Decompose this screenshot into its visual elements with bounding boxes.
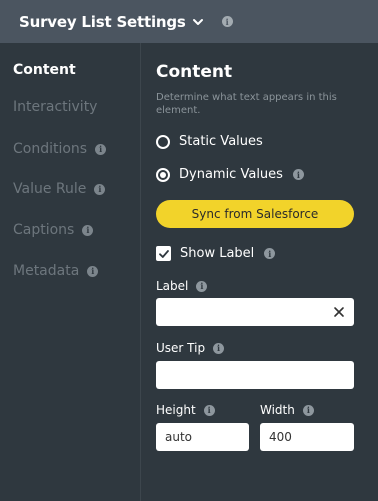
user-tip-field-label: User Tip i [156, 341, 225, 355]
radio-label: Static Values [179, 134, 263, 149]
height-input[interactable]: auto [156, 423, 249, 451]
info-icon[interactable]: i [95, 143, 107, 155]
label-field-label: Label i [156, 279, 208, 293]
field-label-text: Label [156, 279, 189, 293]
info-icon[interactable]: i [196, 280, 208, 292]
radio-label: Dynamic Values [179, 167, 283, 182]
settings-header[interactable]: Survey List Settings i [0, 0, 378, 43]
chevron-down-icon[interactable] [192, 16, 204, 28]
dynamic-values-radio[interactable] [156, 167, 170, 182]
section-title: Content [156, 62, 233, 82]
section-description: Determine what text appears in this elem… [156, 92, 337, 116]
field-label-text: User Tip [156, 341, 206, 355]
width-input[interactable]: 400 [260, 423, 354, 451]
info-icon[interactable]: i [213, 342, 225, 354]
info-icon[interactable]: i [82, 224, 94, 236]
sidebar-item-content[interactable]: Content [13, 62, 76, 78]
static-values-radio[interactable] [156, 134, 170, 149]
info-icon[interactable]: i [203, 404, 215, 416]
sidebar-item-value-rule[interactable]: Value Rule i [13, 181, 106, 197]
sidebar-item-label: Value Rule [13, 181, 87, 197]
sidebar-item-conditions[interactable]: Conditions i [13, 141, 107, 157]
content-panel: Content Determine what text appears in t… [142, 43, 378, 501]
sidebar-item-metadata[interactable]: Metadata i [13, 263, 99, 279]
info-icon[interactable]: i [87, 265, 99, 277]
clear-icon[interactable] [332, 305, 346, 319]
label-input[interactable] [156, 298, 354, 326]
sidebar-item-label: Content [13, 62, 76, 78]
sidebar-item-label: Interactivity [13, 99, 98, 115]
input-value: 400 [269, 430, 292, 444]
sidebar-item-label: Captions [13, 222, 75, 238]
user-tip-input[interactable] [156, 361, 354, 389]
sidebar-item-label: Metadata [13, 263, 80, 279]
show-label-checkbox[interactable] [156, 246, 171, 261]
info-icon[interactable]: i [221, 16, 233, 27]
settings-sidebar: Content Interactivity Conditions i Value… [0, 43, 141, 501]
info-icon[interactable]: i [94, 183, 106, 195]
height-field-label: Height i [156, 403, 215, 417]
field-label-text: Height [156, 403, 196, 417]
checkmark-icon [158, 249, 169, 258]
show-label-option[interactable]: Show Label i [156, 246, 276, 261]
dynamic-values-option[interactable]: Dynamic Values i [156, 167, 304, 182]
sidebar-item-captions[interactable]: Captions i [13, 222, 94, 238]
width-field-label: Width i [260, 403, 314, 417]
sync-from-salesforce-button[interactable]: Sync from Salesforce [156, 200, 354, 228]
sidebar-item-label: Conditions [13, 141, 88, 157]
field-label-text: Width [260, 403, 295, 417]
settings-title: Survey List Settings [19, 12, 186, 31]
sidebar-item-interactivity[interactable]: Interactivity [13, 99, 97, 115]
info-icon[interactable]: i [302, 404, 314, 416]
info-icon[interactable]: i [264, 248, 276, 259]
checkbox-label: Show Label [180, 246, 255, 261]
static-values-option[interactable]: Static Values [156, 134, 263, 149]
info-icon[interactable]: i [292, 169, 304, 180]
input-value: auto [165, 430, 193, 444]
